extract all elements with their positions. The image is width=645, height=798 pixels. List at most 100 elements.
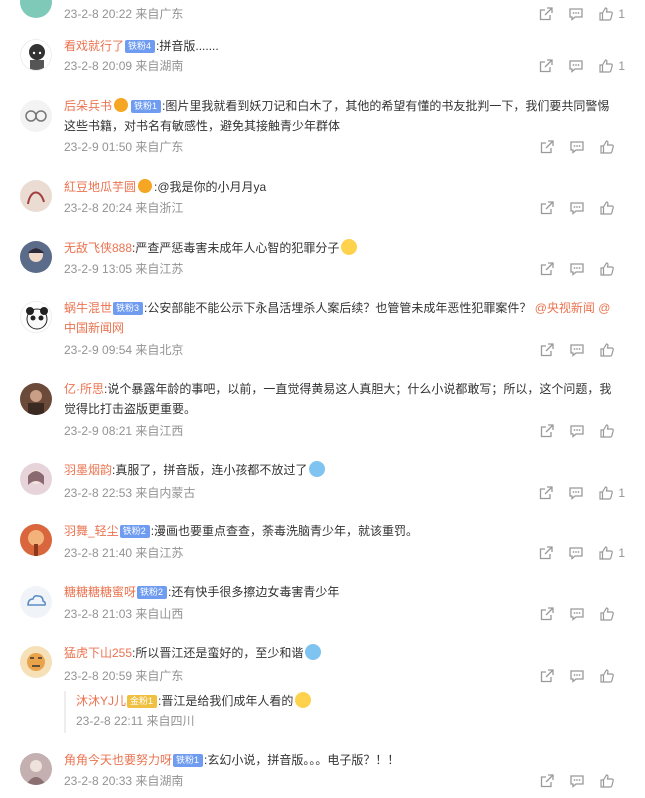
share-button[interactable] xyxy=(538,485,554,501)
comment-meta: 23-2-8 20:59 来自广东 xyxy=(64,668,183,684)
emoji-icon xyxy=(309,461,326,477)
avatar[interactable] xyxy=(20,646,52,678)
like-button[interactable]: 1 xyxy=(598,58,625,74)
share-button[interactable] xyxy=(539,423,555,439)
comment-button[interactable] xyxy=(568,485,584,501)
share-button[interactable] xyxy=(538,58,554,74)
share-button[interactable] xyxy=(539,261,555,277)
avatar[interactable] xyxy=(20,301,52,333)
share-button[interactable] xyxy=(539,606,555,622)
comment-meta: 23-2-8 20:24 来自浙江 xyxy=(64,200,183,216)
username-link[interactable]: 无敌飞侠888 xyxy=(64,241,132,255)
comment-button[interactable] xyxy=(568,58,584,74)
comment-text: :说个暴露年龄的事吧，以前，一直觉得黄易这人真胆大；什么小说都敢写；所以，这个问… xyxy=(64,382,612,416)
comment-body: 紅豆地瓜芋圆:@我是你的小月月ya xyxy=(64,177,621,197)
share-button[interactable] xyxy=(539,668,555,684)
comment-text: :真服了，拼音版，连小孩都不放过了 xyxy=(112,463,308,477)
comment-text: :严查严惩毒害未成年人心智的犯罪分子 xyxy=(132,241,340,255)
like-button[interactable]: 1 xyxy=(598,6,625,22)
share-button[interactable] xyxy=(538,545,554,561)
avatar[interactable] xyxy=(20,180,52,212)
like-button[interactable] xyxy=(599,668,625,684)
username-link[interactable]: 羽舞_轻尘 xyxy=(64,524,119,538)
avatar[interactable] xyxy=(20,463,52,495)
username-link[interactable]: 猛虎下山255 xyxy=(64,646,132,660)
comment-actions xyxy=(525,342,625,358)
reply-text: :晋江是给我们成年人看的 xyxy=(158,694,294,708)
comment-button[interactable] xyxy=(569,423,585,439)
reply-date: 23-2-8 22:11 xyxy=(76,714,144,728)
comment-button[interactable] xyxy=(568,6,584,22)
avatar[interactable] xyxy=(20,39,52,71)
fan-badge[interactable]: 铁粉2 xyxy=(137,586,168,599)
comment-actions xyxy=(525,606,625,622)
reply-body: 沐沐YJ儿 金粉1:晋江是给我们成年人看的 xyxy=(76,691,626,711)
comment-text: :玄幻小说，拼音版。。。电子版？！！ xyxy=(204,753,400,767)
comment-button[interactable] xyxy=(569,606,585,622)
comment-icon xyxy=(570,608,584,621)
comment-icon xyxy=(569,8,583,21)
fan-badge[interactable]: 铁粉1 xyxy=(131,100,162,113)
like-button[interactable] xyxy=(599,773,625,789)
comment-button[interactable] xyxy=(569,139,585,155)
like-button[interactable]: 1 xyxy=(598,545,625,561)
comment-button[interactable] xyxy=(569,200,585,216)
username-link[interactable]: 看戏就行了 xyxy=(64,39,124,53)
share-button[interactable] xyxy=(539,342,555,358)
share-button[interactable] xyxy=(538,6,554,22)
username-link[interactable]: 沐沐YJ儿 xyxy=(76,694,126,708)
avatar[interactable] xyxy=(20,100,52,132)
comment-button[interactable] xyxy=(569,668,585,684)
fan-badge[interactable]: 铁粉3 xyxy=(113,302,144,315)
share-button[interactable] xyxy=(539,139,555,155)
username-link[interactable]: 羽墨烟韵 xyxy=(64,463,112,477)
fan-badge[interactable]: 铁粉4 xyxy=(125,40,156,53)
comment-meta: 23-2-9 13:05 来自江苏 xyxy=(64,261,183,277)
like-icon xyxy=(599,486,614,500)
fan-badge[interactable]: 金粉1 xyxy=(127,695,158,708)
like-button[interactable] xyxy=(599,261,625,277)
comment-icon xyxy=(570,141,584,154)
username-link[interactable]: 糖糖糖糖蜜呀 xyxy=(64,585,136,599)
comment-location: 来自江西 xyxy=(135,424,184,438)
comment-actions xyxy=(525,261,625,277)
avatar[interactable] xyxy=(20,241,52,273)
comment-actions: 1 xyxy=(524,58,625,74)
like-button[interactable] xyxy=(599,606,625,622)
avatar[interactable] xyxy=(20,0,52,18)
comment-icon xyxy=(570,425,584,438)
like-button[interactable] xyxy=(599,423,625,439)
comment-button[interactable] xyxy=(568,545,584,561)
avatar[interactable] xyxy=(20,586,52,618)
like-icon xyxy=(600,343,614,357)
fan-badge[interactable]: 铁粉1 xyxy=(173,754,204,767)
comment-button[interactable] xyxy=(569,773,585,789)
comment-meta: 23-2-8 20:09 来自湖南 xyxy=(64,58,183,74)
like-button[interactable] xyxy=(599,139,625,155)
like-button[interactable]: 1 xyxy=(598,485,625,501)
comment-meta: 23-2-8 22:53 来自内蒙古 xyxy=(64,485,195,501)
comment-location: 来自广东 xyxy=(135,669,184,683)
comment-button[interactable] xyxy=(569,261,585,277)
username-link[interactable]: 角角今天也要努力呀 xyxy=(64,753,172,767)
like-button[interactable] xyxy=(599,200,625,216)
share-button[interactable] xyxy=(539,773,555,789)
username-link[interactable]: 后朵兵书 xyxy=(64,99,112,113)
fan-badge[interactable]: 铁粉2 xyxy=(119,525,150,538)
reply-block: 沐沐YJ儿 金粉1:晋江是给我们成年人看的 23-2-8 22:11 来自四川 xyxy=(64,691,626,733)
username-link[interactable]: 亿·所思 xyxy=(64,382,104,396)
comment-location: 来自江苏 xyxy=(135,262,184,276)
username-link[interactable]: 紅豆地瓜芋圆 xyxy=(64,180,136,194)
share-icon xyxy=(540,59,553,73)
like-button[interactable] xyxy=(599,342,625,358)
comment-date: 23-2-8 21:03 xyxy=(64,607,133,621)
username-link[interactable]: 蜗牛混世 xyxy=(64,301,112,315)
avatar[interactable] xyxy=(20,524,52,556)
comment-meta: 23-2-8 21:03 来自山西 xyxy=(64,606,183,622)
comment-body: 后朵兵书 铁粉1:图片里我就看到妖刀记和白木了，其他的希望有懂的书友批判一下，我们… xyxy=(64,96,621,136)
share-button[interactable] xyxy=(539,200,555,216)
avatar[interactable] xyxy=(20,383,52,415)
avatar[interactable] xyxy=(20,753,52,785)
comment-button[interactable] xyxy=(569,342,585,358)
comment-meta: 23-2-8 20:33 来自湖南 xyxy=(64,773,183,789)
